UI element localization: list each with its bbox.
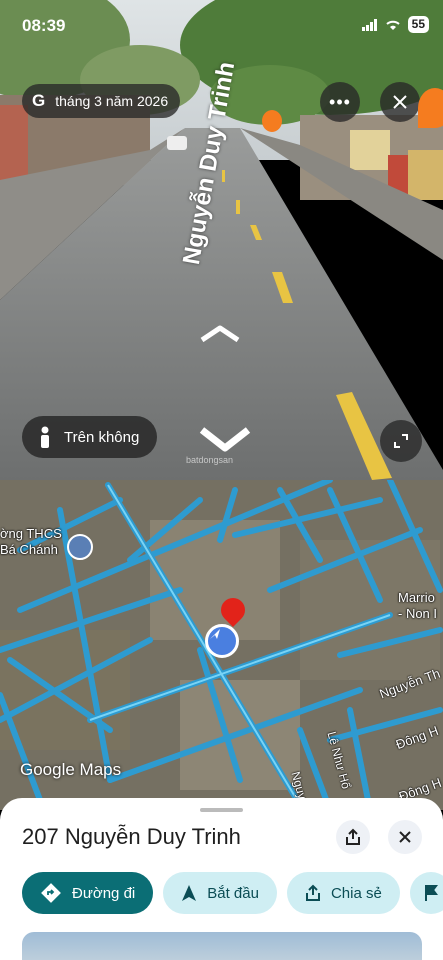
- aerial-view-button[interactable]: Trên không: [22, 416, 158, 458]
- watermark: batdongsan: [186, 455, 234, 465]
- flag-icon: [424, 885, 438, 901]
- share-button[interactable]: Chia sẻ: [286, 872, 400, 914]
- move-forward-chevron-icon[interactable]: [198, 322, 242, 344]
- place-sheet[interactable]: 207 Nguyễn Duy Trinh Đường đi Bắt đầu Ch…: [0, 798, 443, 960]
- share-top-button[interactable]: [336, 820, 370, 854]
- start-button[interactable]: Bắt đầu: [163, 872, 277, 914]
- street-view-panel[interactable]: 08:39 55 G tháng 3 năm 2026 ••• Nguyễn D…: [0, 0, 443, 480]
- wifi-icon: [385, 20, 400, 30]
- action-row: Đường đi Bắt đầu Chia sẻ: [22, 872, 443, 914]
- current-location-icon[interactable]: [205, 624, 239, 658]
- place-title: 207 Nguyễn Duy Trinh: [22, 824, 241, 849]
- restaurant-small-pin-icon[interactable]: [262, 110, 282, 132]
- more-options-button[interactable]: •••: [320, 82, 360, 122]
- status-bar: 08:39 55: [0, 0, 443, 46]
- heading-arrow-icon: [210, 629, 220, 639]
- place-photo[interactable]: [22, 932, 422, 960]
- directions-icon: [41, 883, 61, 903]
- share-label: Chia sẻ: [330, 884, 382, 902]
- date-pill[interactable]: G tháng 3 năm 2026: [22, 84, 181, 118]
- directions-label: Đường đi: [72, 884, 136, 902]
- more-dots-icon: •••: [329, 91, 351, 112]
- share-icon: [305, 884, 320, 901]
- expand-icon: [394, 434, 408, 448]
- navigation-icon: [182, 885, 197, 901]
- start-label: Bắt đầu: [207, 884, 259, 902]
- pegman-icon: [41, 426, 49, 448]
- school-icon[interactable]: [67, 534, 93, 560]
- battery-indicator: 55: [407, 16, 429, 33]
- status-icons: 55: [361, 16, 429, 33]
- sheet-drag-handle[interactable]: [200, 808, 243, 812]
- fullscreen-button[interactable]: [380, 420, 422, 462]
- restaurant-pin-icon[interactable]: [418, 88, 443, 128]
- capture-date: tháng 3 năm 2026: [55, 93, 169, 109]
- map-label-school[interactable]: ờng THCS Bá Chánh: [0, 526, 62, 558]
- close-icon: [393, 95, 407, 109]
- app-root: 08:39 55 G tháng 3 năm 2026 ••• Nguyễn D…: [0, 0, 443, 960]
- directions-button[interactable]: Đường đi: [22, 872, 154, 914]
- map-label-marriott[interactable]: Marrio - Non I: [398, 590, 437, 622]
- map-panel[interactable]: ờng THCS Bá Chánh Marrio - Non I Nguyễn …: [0, 480, 443, 810]
- close-icon: [399, 831, 411, 843]
- close-street-view-button[interactable]: [380, 82, 420, 122]
- share-icon: [346, 828, 360, 845]
- close-sheet-button[interactable]: [388, 820, 422, 854]
- signal-icon: [361, 18, 377, 31]
- map-attribution: Google Maps: [20, 760, 122, 779]
- status-time: 08:39: [22, 16, 66, 35]
- aerial-view-label: Trên không: [64, 428, 140, 446]
- google-g-icon: G: [32, 91, 46, 110]
- move-backward-chevron-icon[interactable]: [196, 422, 254, 456]
- save-flag-button[interactable]: [409, 872, 443, 914]
